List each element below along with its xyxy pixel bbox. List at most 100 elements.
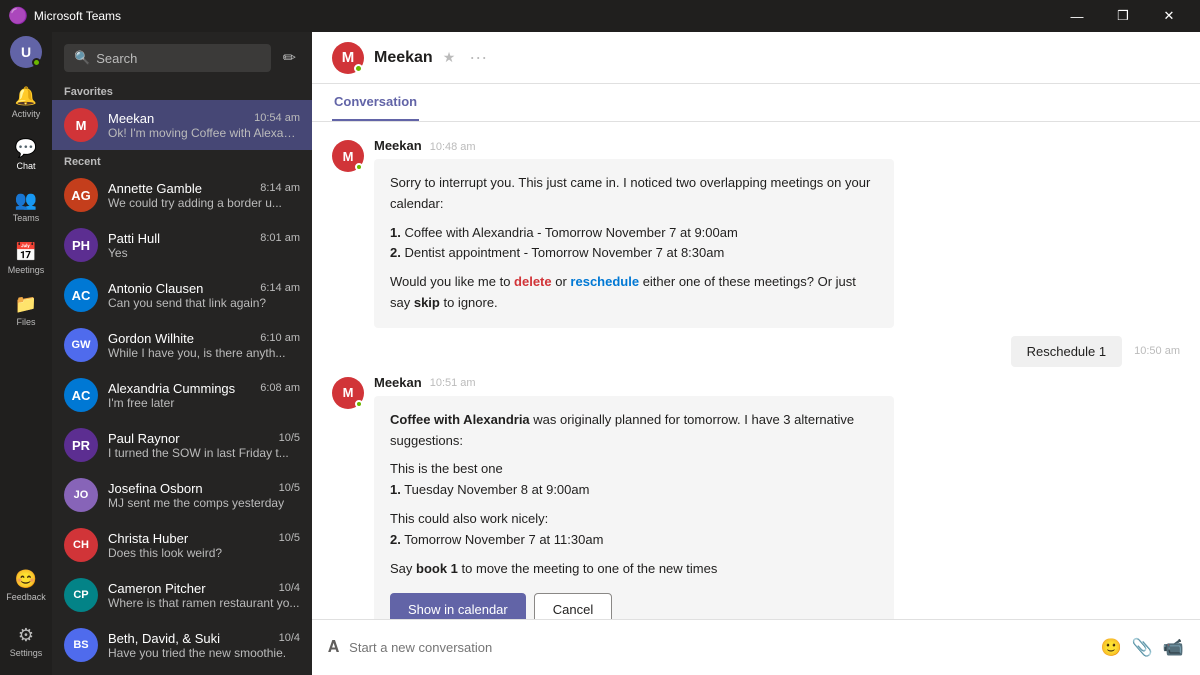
chat-time: 8:01 am — [260, 232, 300, 244]
messages-area: M Meekan 10:48 am Sorry to interrupt you… — [312, 122, 1200, 619]
message-body: Meekan 10:51 am Coffee with Alexandria w… — [374, 375, 1180, 619]
search-input[interactable] — [96, 51, 260, 66]
compose-button[interactable]: ✏ — [279, 44, 300, 72]
message-text: Would you like me to delete or reschedul… — [390, 272, 878, 314]
message-card: Coffee with Alexandria was originally pl… — [374, 396, 894, 619]
chat-item-annette[interactable]: AG Annette Gamble 8:14 am We could try a… — [52, 170, 312, 220]
bubble-timestamp: 10:50 am — [1134, 345, 1180, 357]
sidebar-header: 🔍 ✏ — [52, 32, 312, 80]
restore-button[interactable]: ❒ — [1100, 0, 1146, 32]
input-bar: 𝐀 🙂 📎 📹 — [312, 619, 1200, 675]
files-icon: 📁 — [15, 294, 37, 315]
sidebar-item-files[interactable]: 📁 Files — [0, 284, 52, 336]
favorites-label: Favorites — [52, 80, 312, 100]
avatar: AG — [64, 178, 98, 212]
chat-item-alexandria[interactable]: AC Alexandria Cummings 6:08 am I'm free … — [52, 370, 312, 420]
close-button[interactable]: ✕ — [1146, 0, 1192, 32]
user-reply-row-1: Reschedule 1 10:50 am — [332, 336, 1180, 367]
chat-info: Christa Huber 10/5 Does this look weird? — [108, 531, 300, 560]
meeting-icon[interactable]: 📹 — [1163, 638, 1184, 658]
chat-preview: While I have you, is there anyth... — [108, 346, 300, 360]
sidebar-item-label: Activity — [12, 109, 41, 119]
sidebar-item-meetings[interactable]: 📅 Meetings — [0, 232, 52, 284]
chat-item-antonio[interactable]: AC Antonio Clausen 6:14 am Can you send … — [52, 270, 312, 320]
chat-time: 10/5 — [279, 432, 300, 444]
sender-name: Meekan — [374, 138, 422, 153]
chat-preview: Where is that ramen restaurant yo... — [108, 596, 300, 610]
attach-icon[interactable]: 📎 — [1132, 638, 1153, 658]
chat-time: 6:14 am — [260, 282, 300, 294]
avatar: PR — [64, 428, 98, 462]
chat-info: Alexandria Cummings 6:08 am I'm free lat… — [108, 381, 300, 410]
chat-item-meekan[interactable]: M Meekan 10:54 am Ok! I'm moving Coffee … — [52, 100, 312, 150]
chat-item-josefina[interactable]: JO Josefina Osborn 10/5 MJ sent me the c… — [52, 470, 312, 520]
chat-time: 10/5 — [279, 482, 300, 494]
message-group-2: M Meekan 10:51 am Coffee with Alexandria… — [332, 375, 1180, 619]
minimize-button[interactable]: — — [1054, 0, 1100, 32]
titlebar-controls: — ❒ ✕ — [1054, 0, 1192, 32]
sidebar-item-activity[interactable]: 🔔 Activity — [0, 76, 52, 128]
settings-icon: ⚙ — [18, 625, 34, 646]
chat-name: Meekan — [108, 111, 154, 126]
chat-item-christa[interactable]: CH Christa Huber 10/5 Does this look wei… — [52, 520, 312, 570]
cancel-button[interactable]: Cancel — [534, 593, 612, 619]
action-buttons: Show in calendar Cancel — [390, 593, 878, 619]
chat-preview: MJ sent me the comps yesterday — [108, 496, 300, 510]
chat-name: Paul Raynor — [108, 431, 180, 446]
chat-time: 10/4 — [279, 582, 300, 594]
chat-info: Annette Gamble 8:14 am We could try addi… — [108, 181, 300, 210]
chat-name: Alexandria Cummings — [108, 381, 235, 396]
chat-preview: Yes — [108, 246, 300, 260]
chat-name: Gordon Wilhite — [108, 331, 194, 346]
show-in-calendar-button[interactable]: Show in calendar — [390, 593, 526, 619]
message-text: Coffee with Alexandria was originally pl… — [390, 410, 878, 452]
emoji-icon[interactable]: 🙂 — [1100, 638, 1121, 658]
chat-preview: Have you tried the new smoothie. — [108, 646, 300, 660]
chat-info: Antonio Clausen 6:14 am Can you send tha… — [108, 281, 300, 310]
chat-item-gordon[interactable]: GW Gordon Wilhite 6:10 am While I have y… — [52, 320, 312, 370]
sidebar-item-teams[interactable]: 👥 Teams — [0, 180, 52, 232]
format-icon[interactable]: 𝐀 — [328, 639, 339, 657]
search-box[interactable]: 🔍 — [64, 44, 271, 72]
sidebar-item-settings[interactable]: ⚙ Settings — [0, 615, 52, 667]
avatar: M — [64, 108, 98, 142]
titlebar-left: 🟣 Microsoft Teams — [8, 6, 121, 26]
app-name: Microsoft Teams — [34, 9, 121, 23]
chat-item-paul[interactable]: PR Paul Raynor 10/5 I turned the SOW in … — [52, 420, 312, 470]
tab-conversation[interactable]: Conversation — [332, 84, 419, 121]
avatar: CH — [64, 528, 98, 562]
star-icon[interactable]: ★ — [443, 49, 456, 66]
input-actions: 🙂 📎 📹 — [1100, 638, 1184, 658]
sidebar-item-feedback[interactable]: 😊 Feedback — [0, 559, 52, 611]
chat-time: 8:14 am — [260, 182, 300, 194]
sidebar-item-chat[interactable]: 💬 Chat — [0, 128, 52, 180]
more-options-icon[interactable]: ··· — [469, 47, 487, 68]
message-text: 1. Coffee with Alexandria - Tomorrow Nov… — [390, 223, 878, 265]
sender-name: Meekan — [374, 375, 422, 390]
main-content: M Meekan ★ ··· Conversation M Meekan — [312, 32, 1200, 675]
sidebar-item-label: Meetings — [8, 265, 45, 275]
chat-item-cameron[interactable]: CP Cameron Pitcher 10/4 Where is that ra… — [52, 570, 312, 620]
message-input[interactable] — [349, 640, 1090, 655]
chat-name: Antonio Clausen — [108, 281, 203, 296]
message-body: Meekan 10:48 am Sorry to interrupt you. … — [374, 138, 1180, 328]
recent-label: Recent — [52, 150, 312, 170]
chat-preview: We could try adding a border u... — [108, 196, 300, 210]
sidebar-item-label: Settings — [10, 648, 43, 658]
chat-item-rodger[interactable]: RU Rodger Ulmer 10/4 Can you check this … — [52, 670, 312, 675]
bot-avatar: M — [332, 377, 364, 409]
sidebar-item-label: Teams — [13, 213, 40, 223]
tabs-bar: Conversation — [312, 84, 1200, 122]
avatar: CP — [64, 578, 98, 612]
avatar: JO — [64, 478, 98, 512]
chat-preview: I'm free later — [108, 396, 300, 410]
feedback-icon: 😊 — [15, 569, 37, 590]
user-avatar[interactable]: U — [10, 36, 42, 68]
chat-item-beth[interactable]: BS Beth, David, & Suki 10/4 Have you tri… — [52, 620, 312, 670]
chat-item-patti[interactable]: PH Patti Hull 8:01 am Yes — [52, 220, 312, 270]
app-icon: 🟣 — [8, 6, 28, 26]
avatar: AC — [64, 378, 98, 412]
sidebar-item-label: Files — [16, 317, 35, 327]
user-bubble: Reschedule 1 — [1011, 336, 1123, 367]
chat-preview: Does this look weird? — [108, 546, 300, 560]
